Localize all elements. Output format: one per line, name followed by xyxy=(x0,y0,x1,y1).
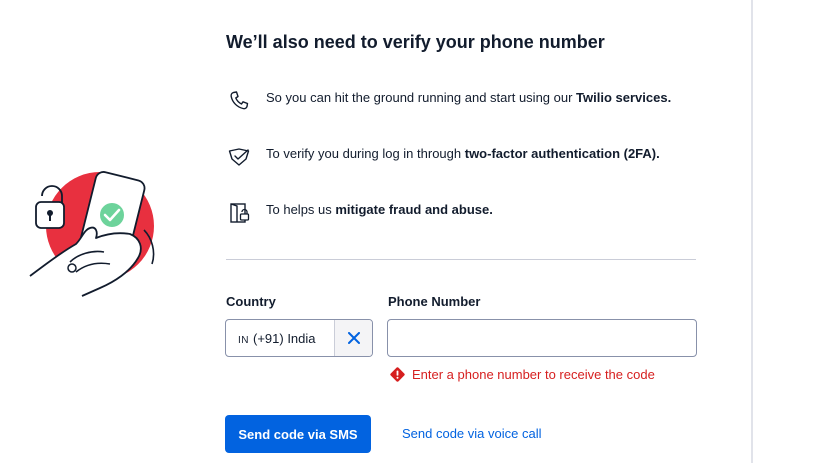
country-selected-value[interactable]: IN (+91) India xyxy=(226,331,334,346)
clear-country-button[interactable] xyxy=(334,320,372,356)
benefit-text: So you can hit the ground running and st… xyxy=(266,90,577,105)
close-icon xyxy=(347,332,360,344)
shield-check-icon xyxy=(226,144,252,170)
phone-number-label: Phone Number xyxy=(388,294,481,309)
benefit-text-bold: Twilio services. xyxy=(576,90,672,105)
page-title: We’ll also need to verify your phone num… xyxy=(226,32,605,52)
benefit-item-services: So you can hit the ground running and st… xyxy=(226,88,686,114)
phone-number-input[interactable] xyxy=(387,319,697,357)
phone-icon xyxy=(226,88,252,114)
country-name: (+91) India xyxy=(253,330,316,346)
country-label: Country xyxy=(226,294,276,309)
error-icon xyxy=(389,366,406,383)
benefit-text: To verify you during log in through xyxy=(266,146,465,161)
country-select[interactable]: IN (+91) India xyxy=(225,319,373,357)
benefit-item-2fa: To verify you during log in through two-… xyxy=(226,144,686,170)
phone-verification-illustration xyxy=(26,168,166,308)
lock-door-icon xyxy=(226,200,252,226)
send-voice-call-link[interactable]: Send code via voice call xyxy=(402,426,541,441)
benefit-text-bold: two-factor authentication (2FA). xyxy=(464,146,660,161)
section-divider xyxy=(226,259,696,260)
right-panel-divider xyxy=(751,0,753,463)
benefit-text-bold: mitigate fraud and abuse. xyxy=(335,202,493,217)
benefit-item-fraud: To helps us mitigate fraud and abuse. xyxy=(226,200,686,226)
phone-error-message: Enter a phone number to receive the code xyxy=(389,366,655,383)
send-sms-button[interactable]: Send code via SMS xyxy=(225,415,371,453)
benefit-text: To helps us xyxy=(266,202,336,217)
country-code: IN xyxy=(238,334,249,346)
error-text: Enter a phone number to receive the code xyxy=(412,367,655,382)
